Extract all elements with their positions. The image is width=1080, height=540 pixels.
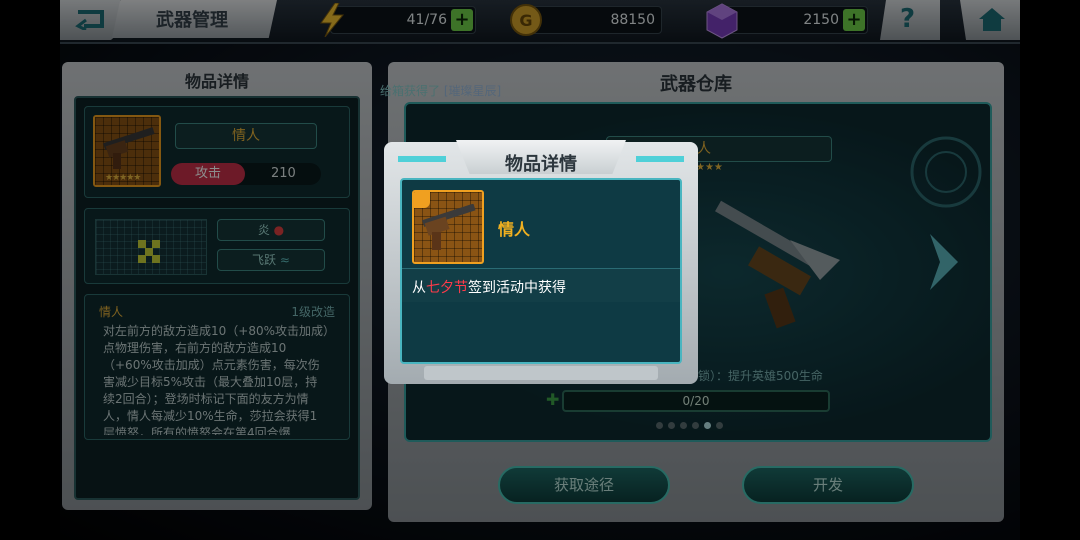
event-name-highlight: 七夕节 <box>426 280 468 296</box>
acquisition-source: 从七夕节签到活动中获得 <box>402 268 680 302</box>
dialog-title: 物品详情 <box>505 154 577 175</box>
dialog-gun-icon <box>422 204 476 250</box>
dialog-item-name: 情人 <box>498 220 531 239</box>
dialog-weapon-thumbnail <box>412 190 484 264</box>
game-screen: 武器管理 41/76 + G 88150 2150 + ? 物品详情 ★★★★★… <box>0 0 1080 540</box>
dialog-footer <box>424 366 658 380</box>
dialog-body: 情人 从七夕节签到活动中获得 <box>400 178 682 364</box>
item-detail-dialog: 物品详情 情人 从七夕节签到活动中获得 <box>384 140 698 384</box>
